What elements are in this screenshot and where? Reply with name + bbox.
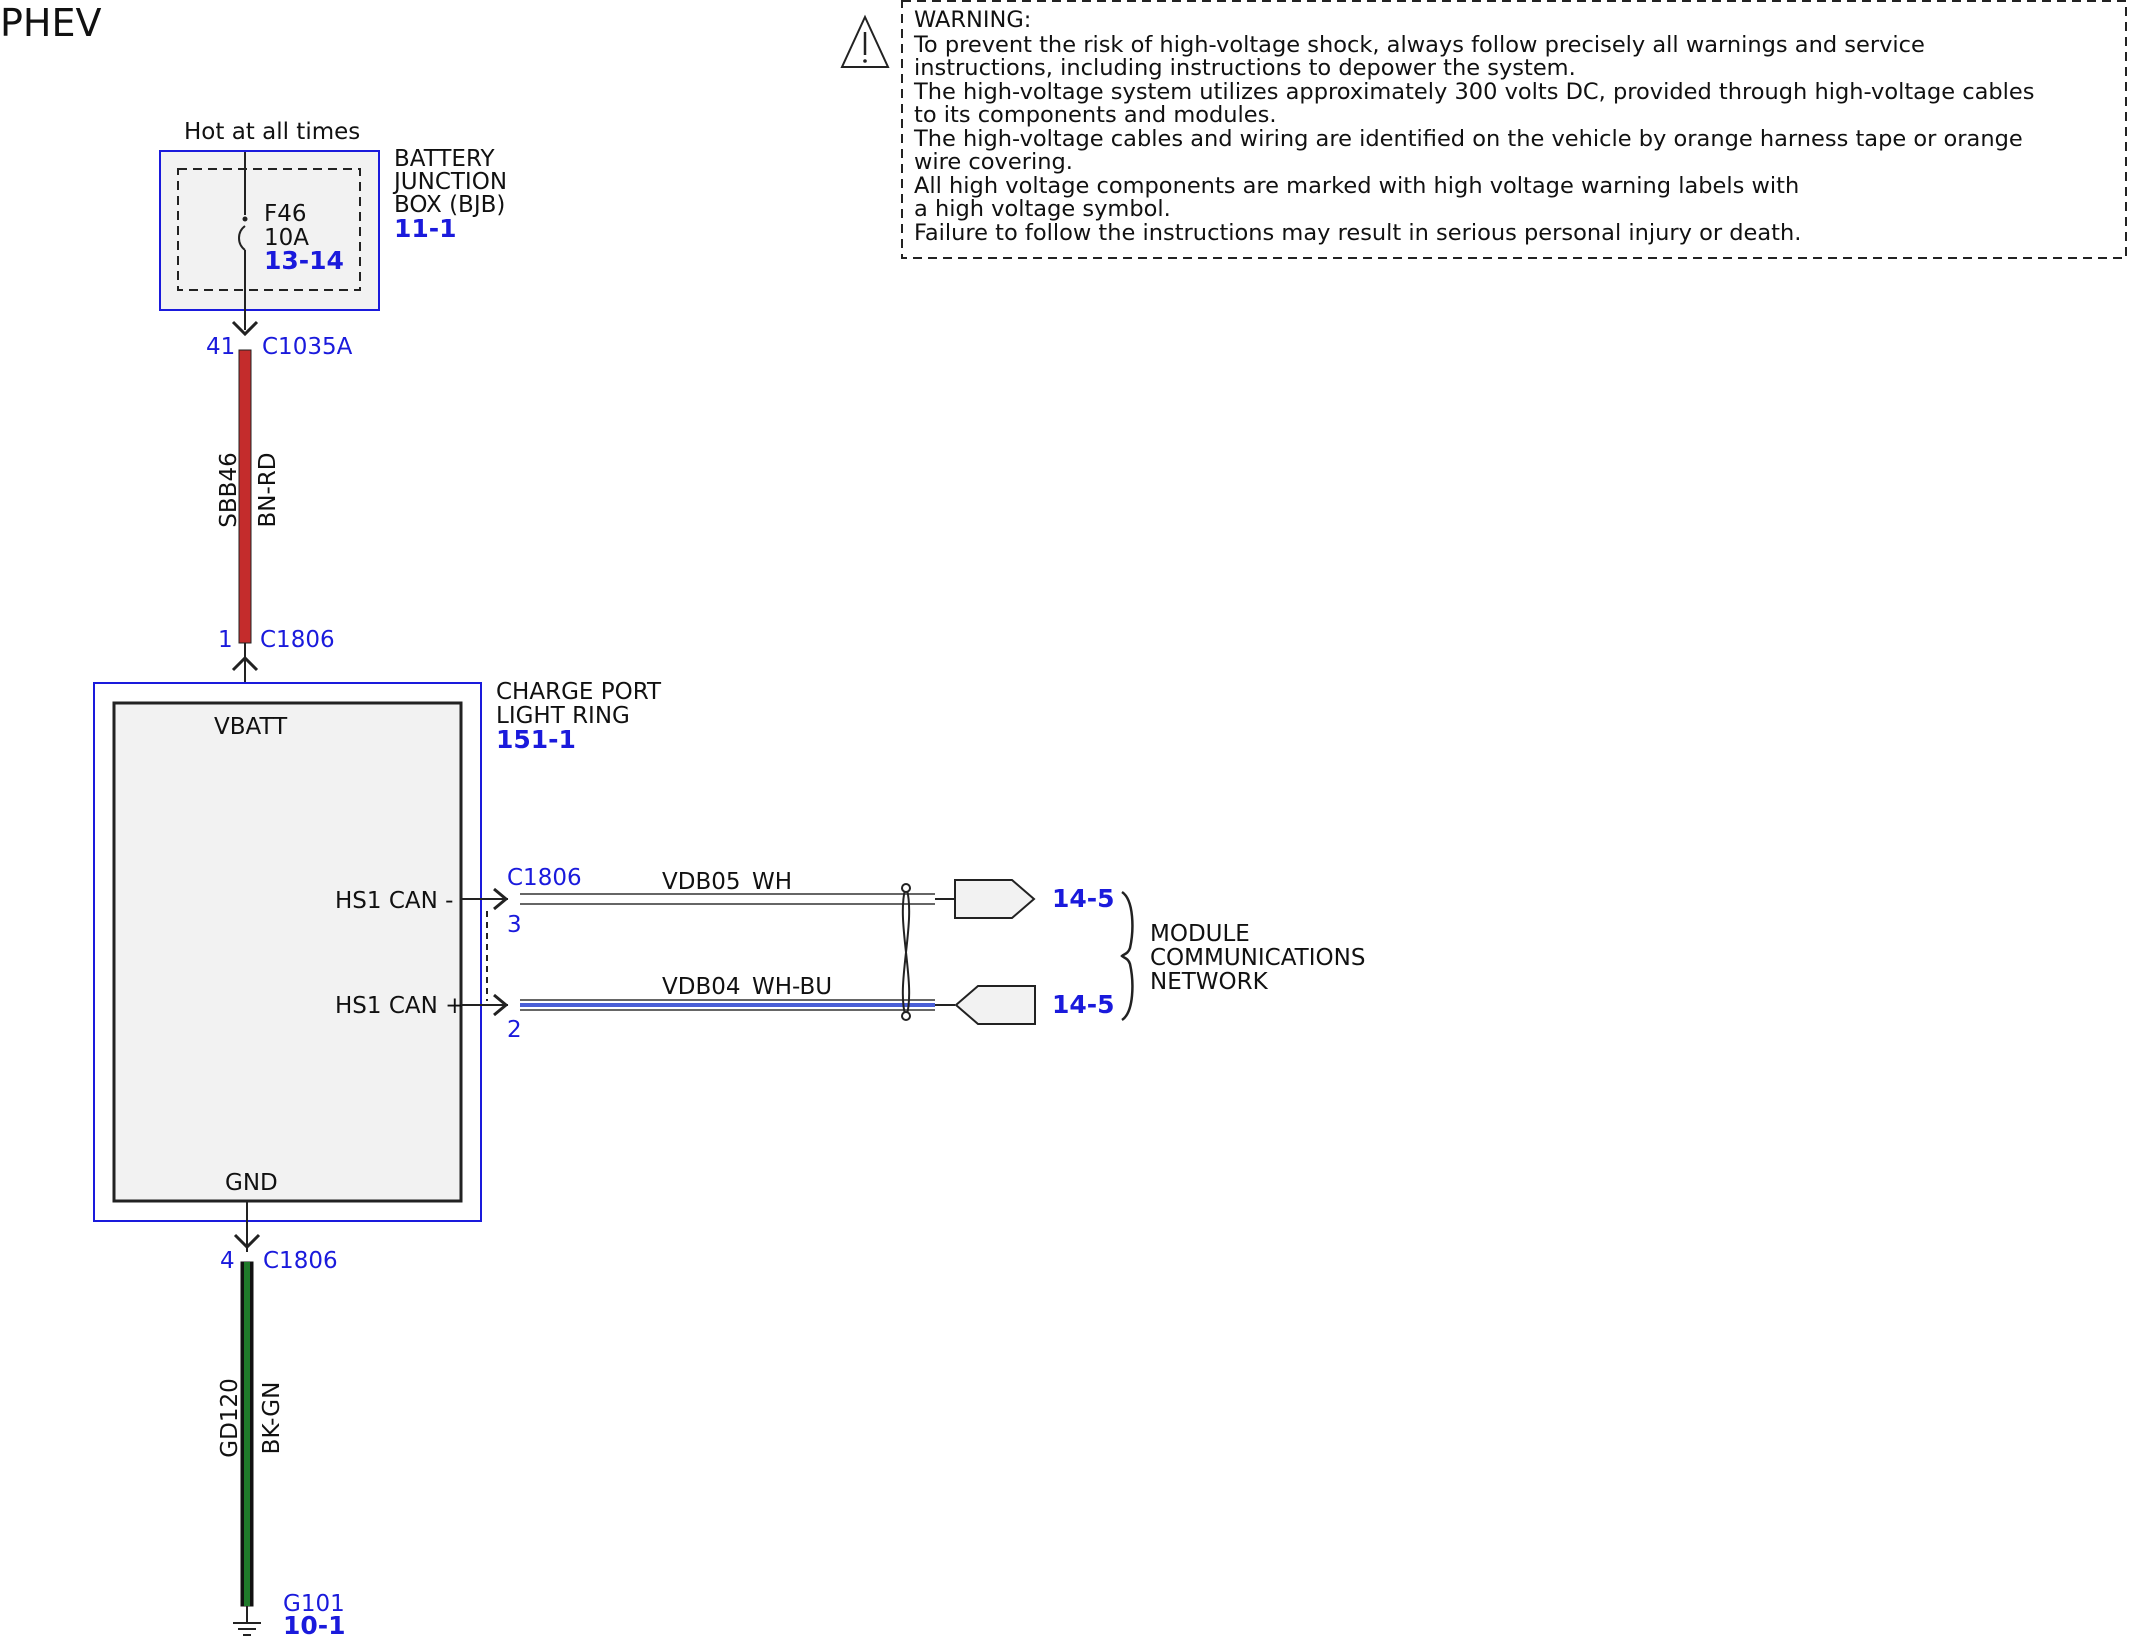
supply-label: Hot at all times	[184, 119, 360, 145]
connector-c1806-label-top: C1806	[260, 627, 335, 653]
pin-gnd-label: GND	[225, 1170, 278, 1196]
ground-wire-gd120: GD120 BK-GN	[217, 1261, 285, 1607]
pin-1-label: 1	[218, 627, 233, 653]
charge-port-light-ring-module: VBATT HS1 CAN - HS1 CAN + GND CHARGE POR…	[93, 679, 662, 1222]
network-line-3: NETWORK	[1150, 969, 1269, 995]
network-line-2: COMMUNICATIONS	[1150, 945, 1365, 971]
pin-vbatt-label: VBATT	[214, 714, 288, 740]
can-minus-reference[interactable]: 14-5	[1052, 884, 1115, 913]
power-wire-color-code: BN-RD	[255, 453, 281, 528]
warning-line-8: a high voltage symbol.	[914, 196, 1171, 222]
ground-reference[interactable]: 10-1	[283, 1611, 346, 1637]
fuse-name: F46	[264, 201, 307, 227]
can-minus-pin-label: 3	[507, 912, 522, 938]
warning-line-6: wire covering.	[914, 149, 1073, 175]
power-wire-sbb46: SBB46 BN-RD	[216, 349, 281, 644]
ground-symbol-icon	[233, 1622, 261, 1636]
can-plus-pin-label: 2	[507, 1017, 522, 1043]
wire-vdb04-color-code: WH-BU	[752, 974, 832, 1000]
warning-panel: WARNING: To prevent the risk of high-vol…	[840, 0, 2127, 259]
power-wire-circuit: SBB46	[216, 452, 242, 527]
pin-can-minus-label: HS1 CAN -	[335, 888, 453, 914]
wire-vdb05-color-code: WH	[752, 869, 792, 895]
can-plus-reference[interactable]: 14-5	[1052, 990, 1115, 1019]
warning-triangle-icon	[840, 14, 890, 68]
fuse-reference[interactable]: 13-14	[264, 246, 344, 275]
bjb-reference[interactable]: 11-1	[394, 214, 457, 243]
warning-heading: WARNING:	[914, 7, 1031, 33]
connector-c1035a: 41 C1035A	[206, 320, 353, 360]
warning-line-9: Failure to follow the instructions may r…	[914, 220, 1801, 246]
warning-line-5: The high-voltage cables and wiring are i…	[913, 126, 2023, 152]
pin-41-label: 41	[206, 334, 235, 360]
connector-c1035a-label: C1035A	[262, 334, 353, 360]
can-connector-label: C1806	[507, 865, 582, 891]
warning-line-2: instructions, including instructions to …	[914, 55, 1576, 81]
wire-vdb05-circuit: VDB05	[662, 869, 741, 895]
ground-wire-green-stripe	[244, 1262, 250, 1606]
can-bus: C1806 3 2 VDB05 WH VDB04 WH-BU 14-5 14-5…	[461, 865, 1365, 1043]
battery-junction-box: Hot at all times F46 10A 13-14 BATTERY J…	[159, 119, 507, 330]
pin-can-plus-label: HS1 CAN +	[335, 993, 464, 1019]
offpage-arrow-out-icon[interactable]	[954, 879, 1036, 919]
ground-wire-circuit: GD120	[217, 1378, 243, 1457]
module-body	[112, 701, 463, 1203]
diagram-title: PHEV	[0, 1, 102, 45]
fuse-terminal	[242, 216, 248, 222]
wiring-diagram: PHEV WARNING: To prevent the risk of hig…	[0, 0, 2127, 1637]
ground-wire-color-code: BK-GN	[259, 1382, 285, 1455]
module-reference[interactable]: 151-1	[496, 725, 576, 754]
wire-vdb04-circuit: VDB04	[662, 974, 741, 1000]
module-name-line-1: CHARGE PORT	[496, 679, 662, 705]
connector-c1806-label-bottom: C1806	[263, 1248, 338, 1274]
pin-4-label: 4	[220, 1248, 235, 1274]
warning-line-4: to its components and modules.	[914, 102, 1277, 128]
offpage-arrow-in-icon[interactable]	[954, 985, 1036, 1025]
network-brace	[1120, 890, 1134, 1022]
network-line-1: MODULE	[1150, 921, 1250, 947]
